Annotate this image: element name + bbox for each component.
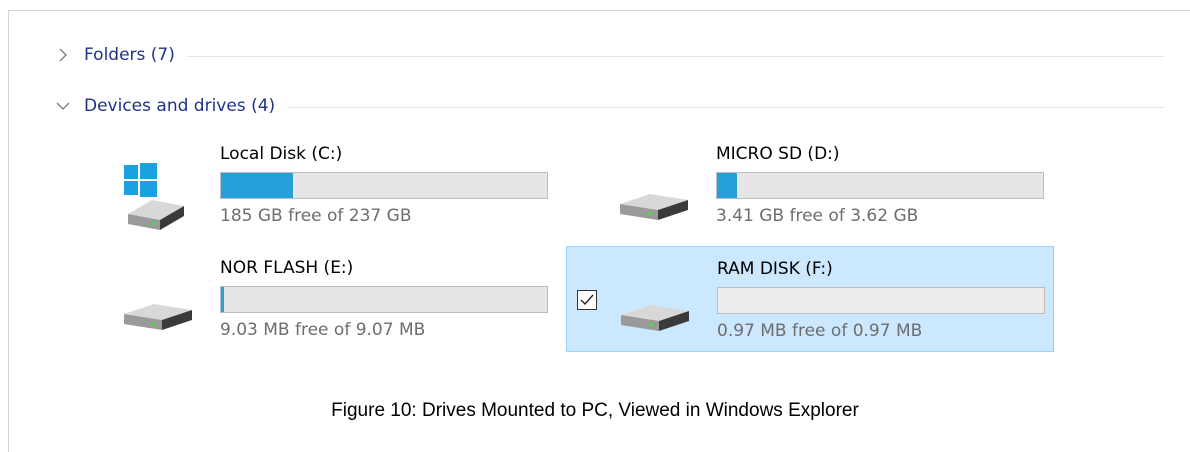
group-title-folders: Folders (7) <box>84 45 175 65</box>
group-header-folders[interactable]: Folders (7) <box>52 42 1164 68</box>
drive-free-space: 185 GB free of 237 GB <box>220 206 412 226</box>
selection-checkbox[interactable] <box>577 290 597 310</box>
drive-usage-bar <box>220 172 548 199</box>
chevron-down-icon[interactable] <box>52 95 74 117</box>
drive-usage-fill <box>221 287 225 312</box>
group-divider <box>287 106 1164 108</box>
drive-usage-fill <box>221 173 293 198</box>
drive-name: NOR FLASH (E:) <box>220 258 354 278</box>
drive-icon <box>614 158 694 238</box>
windows-system-drive-icon <box>118 158 198 238</box>
drive-usage-bar <box>220 286 548 313</box>
drive-free-space: 0.97 MB free of 0.97 MB <box>717 321 923 341</box>
drive-usage-bar <box>717 287 1045 314</box>
drive-usage-fill <box>717 173 737 198</box>
drive-name: MICRO SD (D:) <box>716 144 840 164</box>
chevron-right-icon[interactable] <box>52 44 74 66</box>
drive-tile-e[interactable]: NOR FLASH (E:) 9.03 MB free of 9.07 MB <box>110 246 596 350</box>
drive-icon <box>118 268 198 348</box>
figure-caption: Figure 10: Drives Mounted to PC, Viewed … <box>331 400 859 421</box>
drive-tile-f[interactable]: RAM DISK (F:) 0.97 MB free of 0.97 MB <box>566 246 1054 352</box>
group-title-devices: Devices and drives (4) <box>84 96 276 116</box>
drive-usage-bar <box>716 172 1044 199</box>
drive-icon <box>615 269 695 349</box>
drive-free-space: 3.41 GB free of 3.62 GB <box>716 206 919 226</box>
group-header-devices[interactable]: Devices and drives (4) <box>52 93 1164 119</box>
drive-tile-c[interactable]: Local Disk (C:) 185 GB free of 237 GB <box>110 136 596 240</box>
drive-free-space: 9.03 MB free of 9.07 MB <box>220 320 426 340</box>
drive-name: RAM DISK (F:) <box>717 259 833 279</box>
drive-name: Local Disk (C:) <box>220 144 343 164</box>
group-divider <box>186 55 1164 57</box>
drive-tile-d[interactable]: MICRO SD (D:) 3.41 GB free of 3.62 GB <box>606 136 1092 240</box>
